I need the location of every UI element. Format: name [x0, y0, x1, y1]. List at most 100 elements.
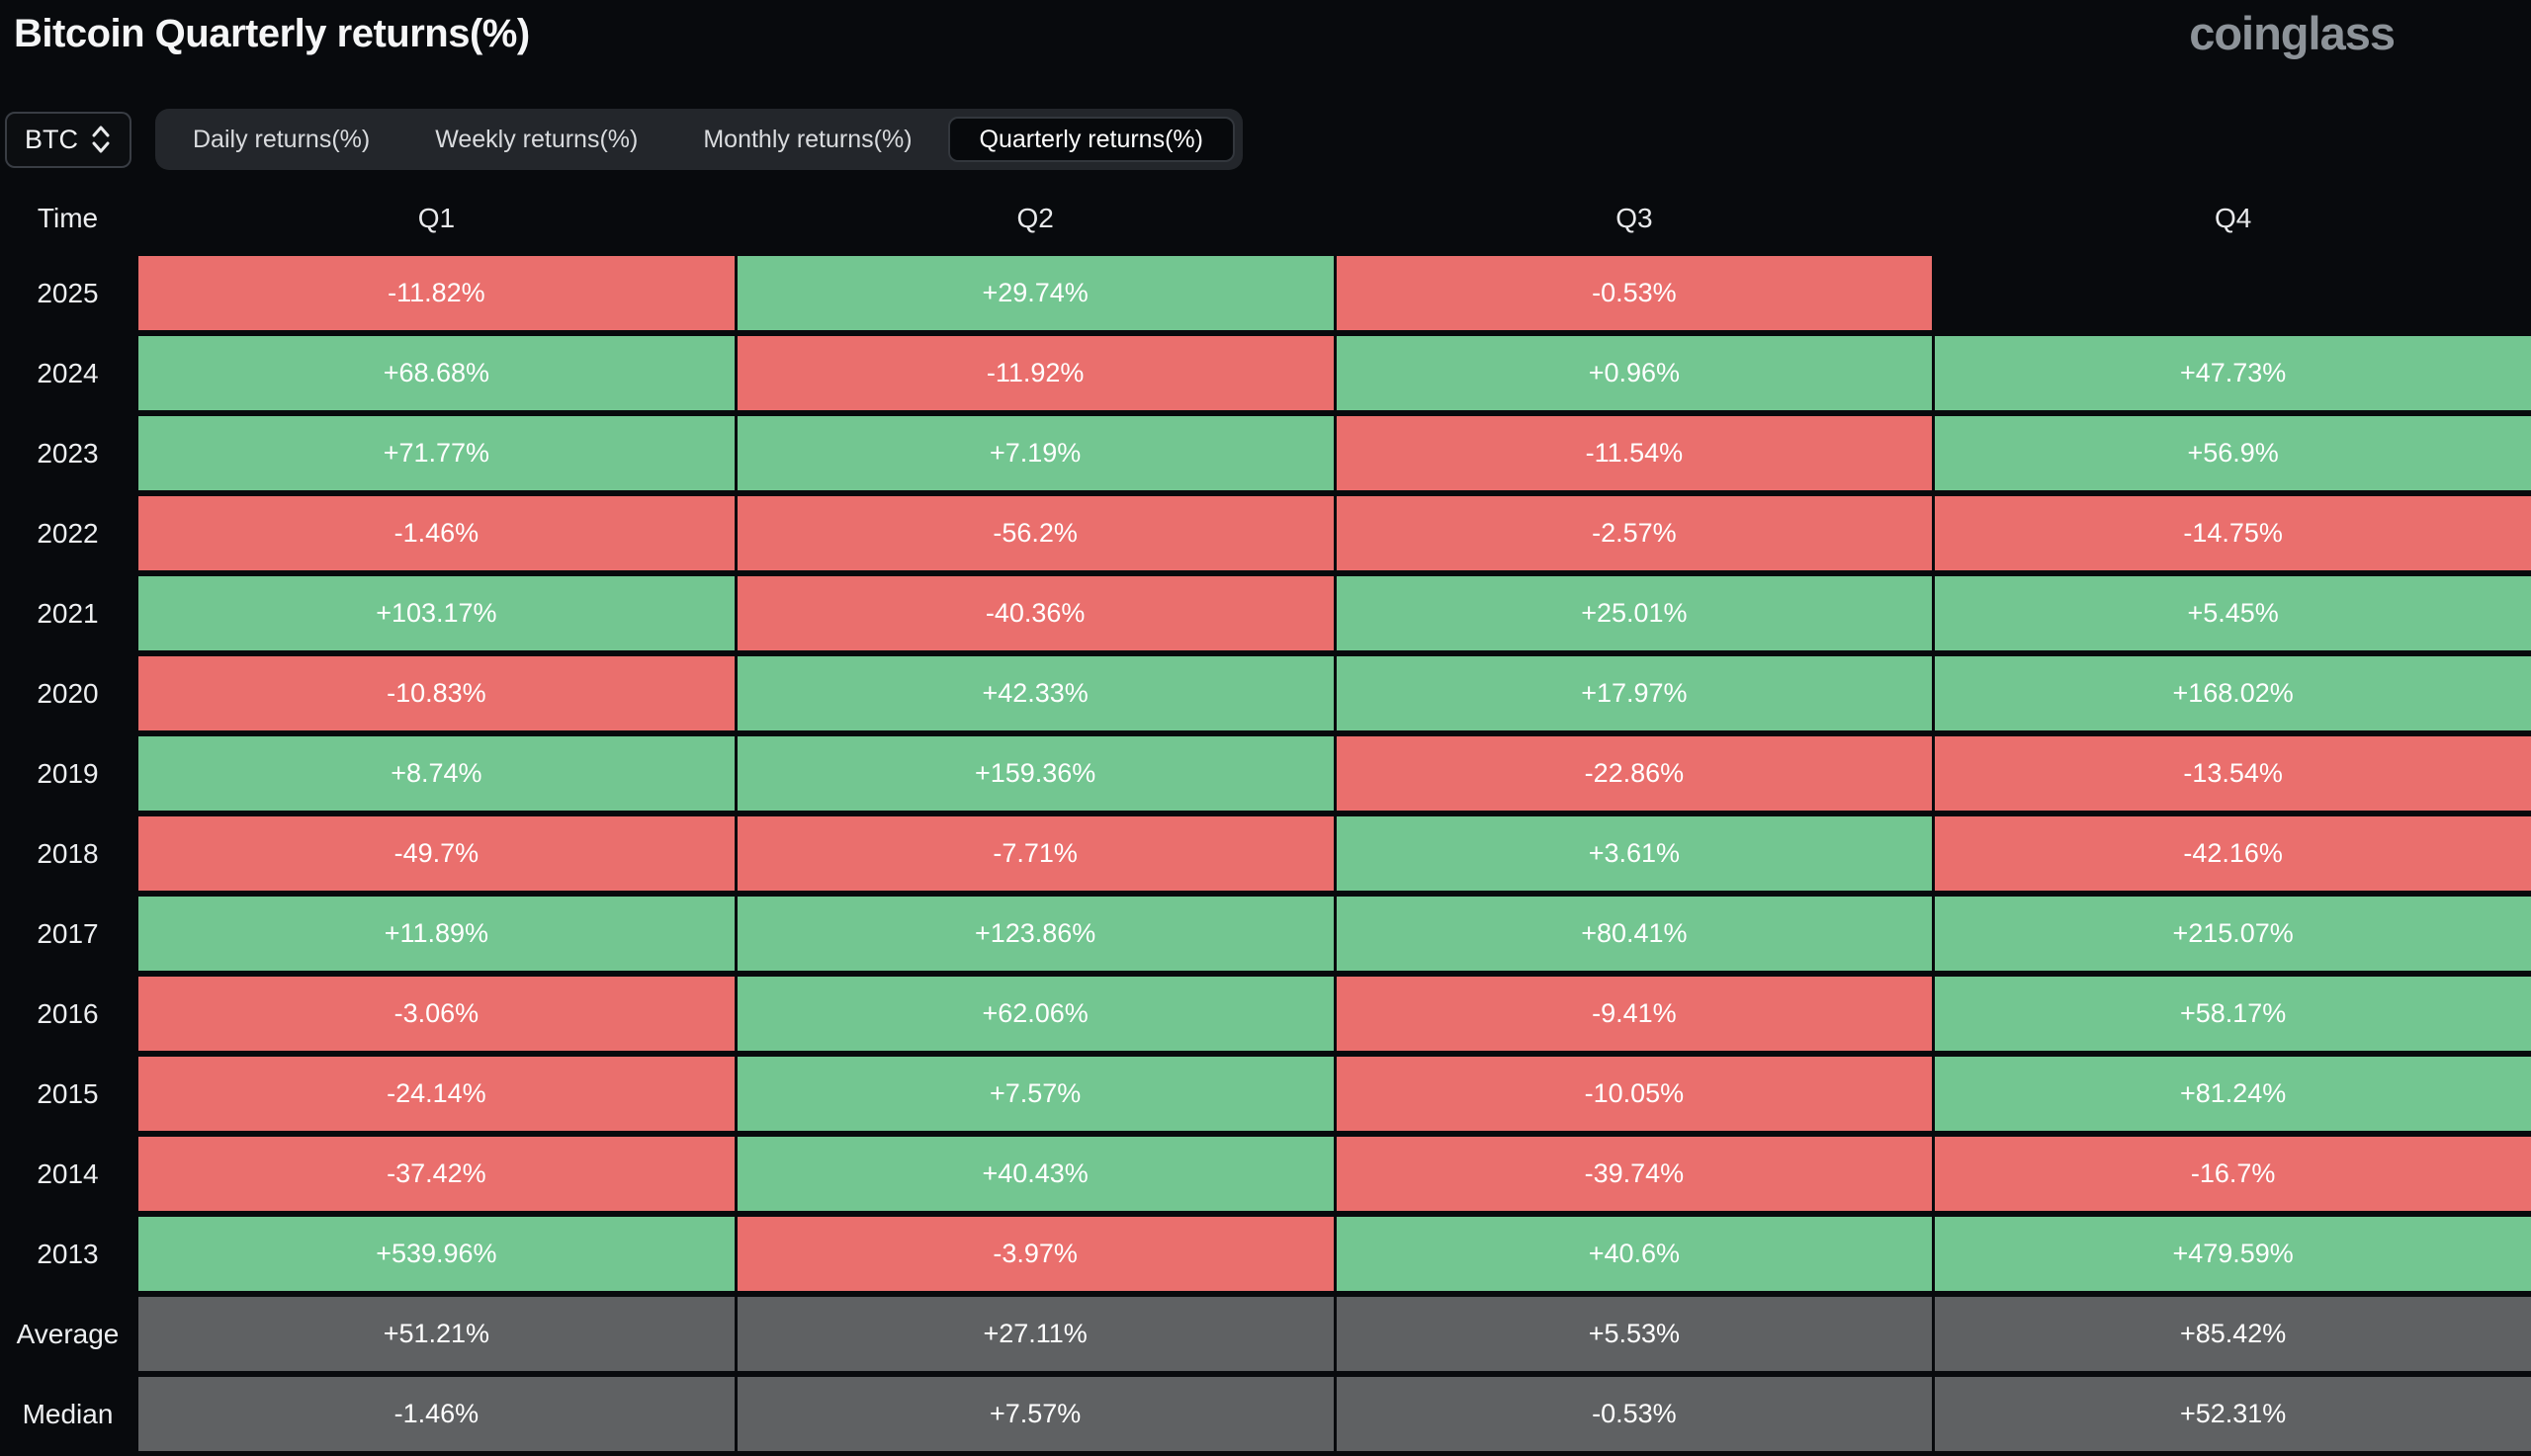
return-cell-2017-q1: +11.89%: [138, 897, 735, 971]
table-row-2015: 2015-24.14%+7.57%-10.05%+81.24%: [0, 1057, 2531, 1131]
return-cell-2014-q4: -16.7%: [1935, 1137, 2531, 1211]
return-cell-2016-q4: +58.17%: [1935, 977, 2531, 1051]
controls-bar: BTC Daily returns(%)Weekly returns(%)Mon…: [5, 109, 2531, 170]
return-cell-2021-q1: +103.17%: [138, 576, 735, 650]
return-cell-2016-q2: +62.06%: [738, 977, 1334, 1051]
return-cell-2018-q3: +3.61%: [1337, 816, 1933, 891]
return-cell-2013-q3: +40.6%: [1337, 1217, 1933, 1291]
row-label-2016: 2016: [0, 977, 135, 1051]
page-title: Bitcoin Quarterly returns(%): [14, 12, 530, 56]
return-cell-2025-q1: -11.82%: [138, 256, 735, 330]
table-row-average: Average+51.21%+27.11%+5.53%+85.42%: [0, 1297, 2531, 1371]
row-label-2024: 2024: [0, 336, 135, 410]
return-cell-2023-q3: -11.54%: [1337, 416, 1933, 490]
return-cell-average-q1: +51.21%: [138, 1297, 735, 1371]
row-label-2022: 2022: [0, 496, 135, 570]
row-label-2023: 2023: [0, 416, 135, 490]
table-row-2016: 2016-3.06%+62.06%-9.41%+58.17%: [0, 977, 2531, 1051]
return-cell-average-q2: +27.11%: [738, 1297, 1334, 1371]
column-header-q4: Q4: [1935, 182, 2531, 255]
return-cell-2015-q3: -10.05%: [1337, 1057, 1933, 1131]
return-cell-2021-q4: +5.45%: [1935, 576, 2531, 650]
table-row-2024: 2024+68.68%-11.92%+0.96%+47.73%: [0, 336, 2531, 410]
table-row-2023: 2023+71.77%+7.19%-11.54%+56.9%: [0, 416, 2531, 490]
return-cell-2019-q2: +159.36%: [738, 736, 1334, 811]
return-cell-average-q3: +5.53%: [1337, 1297, 1933, 1371]
return-cell-2018-q4: -42.16%: [1935, 816, 2531, 891]
topbar: Bitcoin Quarterly returns(%) coinglass: [0, 0, 2531, 95]
return-cell-2022-q4: -14.75%: [1935, 496, 2531, 570]
return-cell-2014-q2: +40.43%: [738, 1137, 1334, 1211]
table-row-2013: 2013+539.96%-3.97%+40.6%+479.59%: [0, 1217, 2531, 1291]
row-label-2025: 2025: [0, 256, 135, 330]
return-cell-2021-q3: +25.01%: [1337, 576, 1933, 650]
return-cell-2024-q4: +47.73%: [1935, 336, 2531, 410]
return-cell-median-q2: +7.57%: [738, 1377, 1334, 1451]
return-cell-2023-q4: +56.9%: [1935, 416, 2531, 490]
table-header-row: TimeQ1Q2Q3Q4: [0, 182, 2531, 255]
return-cell-2015-q2: +7.57%: [738, 1057, 1334, 1131]
column-header-q3: Q3: [1337, 182, 1933, 255]
return-cell-2016-q3: -9.41%: [1337, 977, 1933, 1051]
updown-chevron-icon: [90, 125, 112, 154]
row-label-median: Median: [0, 1377, 135, 1451]
return-cell-2023-q2: +7.19%: [738, 416, 1334, 490]
row-label-2013: 2013: [0, 1217, 135, 1291]
return-cell-2014-q3: -39.74%: [1337, 1137, 1933, 1211]
return-cell-median-q3: -0.53%: [1337, 1377, 1933, 1451]
row-label-2018: 2018: [0, 816, 135, 891]
return-cell-2019-q4: -13.54%: [1935, 736, 2531, 811]
return-cell-2018-q1: -49.7%: [138, 816, 735, 891]
return-cell-2015-q4: +81.24%: [1935, 1057, 2531, 1131]
table-row-2022: 2022-1.46%-56.2%-2.57%-14.75%: [0, 496, 2531, 570]
tab-quarterly-returns[interactable]: Quarterly returns(%): [948, 117, 1235, 162]
return-cell-2022-q1: -1.46%: [138, 496, 735, 570]
return-cell-2020-q4: +168.02%: [1935, 656, 2531, 730]
coinglass-logo: coinglass: [2189, 6, 2395, 60]
return-cell-average-q4: +85.42%: [1935, 1297, 2531, 1371]
return-cell-2017-q4: +215.07%: [1935, 897, 2531, 971]
table-row-2019: 2019+8.74%+159.36%-22.86%-13.54%: [0, 736, 2531, 811]
return-cell-2019-q1: +8.74%: [138, 736, 735, 811]
return-cell-2020-q1: -10.83%: [138, 656, 735, 730]
return-cell-2020-q2: +42.33%: [738, 656, 1334, 730]
return-cell-2022-q2: -56.2%: [738, 496, 1334, 570]
table-row-2018: 2018-49.7%-7.71%+3.61%-42.16%: [0, 816, 2531, 891]
return-cell-median-q1: -1.46%: [138, 1377, 735, 1451]
return-cell-2024-q2: -11.92%: [738, 336, 1334, 410]
return-cell-2020-q3: +17.97%: [1337, 656, 1933, 730]
table-row-2017: 2017+11.89%+123.86%+80.41%+215.07%: [0, 897, 2531, 971]
returns-table: TimeQ1Q2Q3Q42025-11.82%+29.74%-0.53%2024…: [0, 182, 2531, 1451]
symbol-label: BTC: [25, 125, 78, 155]
return-cell-2021-q2: -40.36%: [738, 576, 1334, 650]
return-cell-median-q4: +52.31%: [1935, 1377, 2531, 1451]
return-cell-2013-q4: +479.59%: [1935, 1217, 2531, 1291]
table-row-2025: 2025-11.82%+29.74%-0.53%: [0, 256, 2531, 330]
return-cell-2025-q4: [1935, 256, 2531, 330]
symbol-select[interactable]: BTC: [5, 112, 131, 168]
return-cell-2015-q1: -24.14%: [138, 1057, 735, 1131]
column-header-q2: Q2: [738, 182, 1334, 255]
return-cell-2019-q3: -22.86%: [1337, 736, 1933, 811]
row-label-2014: 2014: [0, 1137, 135, 1211]
row-label-2019: 2019: [0, 736, 135, 811]
row-label-average: Average: [0, 1297, 135, 1371]
return-cell-2016-q1: -3.06%: [138, 977, 735, 1051]
return-cell-2017-q3: +80.41%: [1337, 897, 1933, 971]
row-label-2021: 2021: [0, 576, 135, 650]
row-label-2017: 2017: [0, 897, 135, 971]
interval-tab-group: Daily returns(%)Weekly returns(%)Monthly…: [155, 109, 1243, 170]
return-cell-2024-q1: +68.68%: [138, 336, 735, 410]
table-row-median: Median-1.46%+7.57%-0.53%+52.31%: [0, 1377, 2531, 1451]
table-row-2014: 2014-37.42%+40.43%-39.74%-16.7%: [0, 1137, 2531, 1211]
row-label-2020: 2020: [0, 656, 135, 730]
tab-daily-returns[interactable]: Daily returns(%): [163, 117, 399, 162]
return-cell-2022-q3: -2.57%: [1337, 496, 1933, 570]
tab-weekly-returns[interactable]: Weekly returns(%): [405, 117, 667, 162]
return-cell-2025-q3: -0.53%: [1337, 256, 1933, 330]
return-cell-2023-q1: +71.77%: [138, 416, 735, 490]
table-row-2020: 2020-10.83%+42.33%+17.97%+168.02%: [0, 656, 2531, 730]
row-label-2015: 2015: [0, 1057, 135, 1131]
tab-monthly-returns[interactable]: Monthly returns(%): [673, 117, 941, 162]
return-cell-2013-q1: +539.96%: [138, 1217, 735, 1291]
